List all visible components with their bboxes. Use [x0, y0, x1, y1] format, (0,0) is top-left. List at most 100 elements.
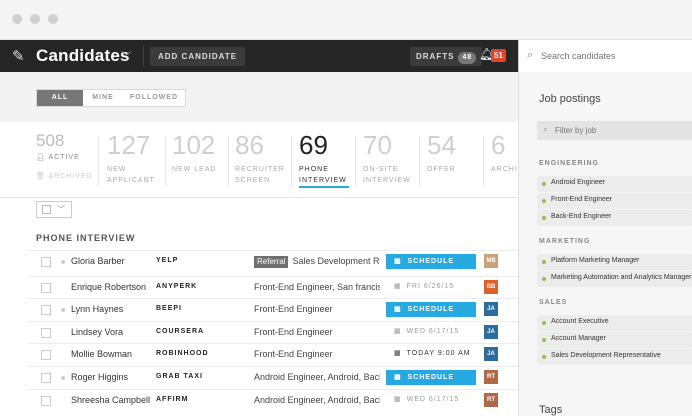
interview-date[interactable]: ▦ TODAY 9:00 AM	[394, 349, 471, 357]
avatar[interactable]: JA	[484, 302, 498, 316]
candidate-name[interactable]: Enrique Robertson	[71, 282, 146, 292]
candidate-company: COURSERA	[156, 328, 205, 335]
job-posting-item[interactable]: Sales Development Representative	[537, 349, 692, 365]
candidate-job: Android Engineer, Android, Back-I	[254, 395, 380, 405]
job-posting-item[interactable]: Account Manager	[537, 332, 692, 348]
notification-count-badge[interactable]: 51	[491, 49, 506, 62]
filter-followed[interactable]: FOLLOWED	[123, 90, 185, 106]
search-input[interactable]	[541, 46, 689, 66]
stage-phone-interview[interactable]: 69 PHONE INTERVIEW	[299, 132, 355, 197]
avatar[interactable]: BB	[484, 280, 498, 294]
row-checkbox[interactable]	[41, 328, 51, 338]
row-checkbox[interactable]	[41, 350, 51, 360]
stage-label: RECRUITER SCREEN	[235, 166, 285, 184]
candidate-name[interactable]: Gloria Barber	[71, 256, 125, 266]
row-checkbox[interactable]	[41, 283, 51, 293]
stage-label: ON-SITE INTERVIEW	[363, 166, 411, 184]
window-dot-icon[interactable]	[48, 14, 58, 24]
candidate-name[interactable]: Lynn Haynes	[71, 304, 123, 314]
row-checkbox[interactable]	[41, 257, 51, 267]
row-checkbox[interactable]	[41, 396, 51, 406]
select-all-checkbox[interactable]	[42, 205, 51, 214]
referral-badge: Referral	[254, 256, 289, 268]
interview-date[interactable]: ▦ WED 6/17/15	[394, 327, 459, 335]
chevron-down-icon[interactable]: ﹀	[57, 204, 65, 215]
avatar[interactable]: RT	[484, 370, 498, 384]
avatar[interactable]: MB	[484, 254, 498, 268]
add-candidate-button[interactable]: ADD CANDIDATE	[150, 47, 246, 66]
candidate-job: Android Engineer, Android, Back-I	[254, 372, 380, 382]
job-posting-item[interactable]: Android Engineer	[537, 176, 692, 192]
candidate-name[interactable]: Lindsey Vora	[71, 327, 123, 337]
search-box: ⌕	[518, 40, 692, 72]
job-posting-item[interactable]: Account Executive	[537, 315, 692, 331]
date-label: WED 6/17/15	[406, 328, 460, 335]
filter-mine[interactable]: MINE	[83, 90, 123, 106]
bulk-select-dropdown[interactable]: ﹀	[36, 201, 72, 218]
candidate-name[interactable]: Shreesha Campbell	[71, 395, 150, 405]
candidate-job: Front-End Engineer	[254, 327, 380, 337]
interview-date[interactable]: ▦ FRI 6/26/15	[394, 282, 454, 290]
main-panel: ALL MINE FOLLOWED 508 👤︎ ACTIVE 🗑︎ ARCHI…	[0, 72, 518, 416]
table-row[interactable]: Enrique Robertson ANYPERK Front-End Engine…	[28, 276, 518, 297]
job-posting-label: Sales Development Representative	[551, 352, 661, 359]
drafts-button[interactable]: DRAFTS 48	[410, 47, 483, 66]
avatar[interactable]: JA	[484, 347, 498, 361]
stage-label: ARCHIV	[491, 166, 518, 173]
interview-date[interactable]: ▦ WED 6/17/15	[394, 395, 459, 403]
filter-all[interactable]: ALL	[37, 90, 83, 106]
stage-offer[interactable]: 54 OFFER	[427, 132, 483, 197]
window-chrome	[0, 0, 692, 40]
job-posting-label: Account Manager	[551, 335, 606, 342]
filter-bar: ALL MINE FOLLOWED	[0, 72, 518, 122]
schedule-button[interactable]: ▦ SCHEDULE	[386, 254, 476, 269]
stage-active[interactable]: 508 👤︎ ACTIVE 🗑︎ ARCHIVED	[36, 131, 98, 197]
stage-count: 508	[36, 131, 65, 150]
stage-label: OFFER	[427, 166, 456, 173]
job-title: Front-End Engineer	[254, 349, 333, 359]
candidate-name[interactable]: Roger Higgins	[71, 372, 128, 382]
stage-recruiter-screen[interactable]: 86 RECRUITER SCREEN	[235, 132, 291, 197]
schedule-label: SCHEDULE	[407, 306, 455, 313]
avatar[interactable]: JA	[484, 325, 498, 339]
schedule-button[interactable]: ▦ SCHEDULE	[386, 302, 476, 317]
search-icon: ⌕	[527, 49, 534, 61]
job-posting-item[interactable]: Marketing Automation and Analytics Manag…	[537, 271, 692, 287]
table-row[interactable]: Mollie Bowman ROBINHOOD Front-End Engineer…	[28, 343, 518, 364]
calendar-icon: ▦	[394, 283, 402, 290]
stage-new-lead[interactable]: 102 NEW LEAD	[172, 132, 228, 197]
stage-label[interactable]: 🗑︎ ARCHIVED	[36, 171, 98, 182]
job-posting-item[interactable]: Back-End Engineer	[537, 210, 692, 226]
table-row[interactable]: Gloria Barber YELP Referral Sales Developme…	[28, 250, 518, 271]
table-row[interactable]: Roger Higgins GRAB TAXI Android Engineer, …	[28, 366, 518, 387]
table-row[interactable]: Lindsey Vora COURSERA Front-End Engineer ▦ W…	[28, 321, 518, 342]
job-filter-input[interactable]	[555, 123, 691, 138]
divider	[228, 136, 229, 186]
divider	[165, 136, 166, 186]
row-checkbox[interactable]	[41, 373, 51, 383]
job-posting-label: Front-End Engineer	[551, 196, 613, 203]
stage-label: NEW LEAD	[172, 166, 217, 173]
job-title: Front-End Engineer	[254, 327, 333, 337]
window-dot-icon[interactable]	[12, 14, 22, 24]
stage-new-applicant[interactable]: 127 NEW APPLICANT	[107, 132, 167, 197]
divider	[355, 136, 356, 186]
job-posting-item[interactable]: Front-End Engineer	[537, 193, 692, 209]
stage-archived[interactable]: 6 ARCHIV	[491, 130, 518, 197]
row-checkbox[interactable]	[41, 305, 51, 315]
table-row[interactable]: Shreesha Campbell AFFIRM Android Engineer,…	[28, 389, 518, 410]
candidate-name[interactable]: Mollie Bowman	[71, 349, 132, 359]
chevron-down-icon[interactable]: ﹀	[121, 48, 132, 64]
job-title: Sales Development Repr	[292, 256, 380, 266]
stage-count: 6	[491, 130, 506, 160]
stage-on-site-interview[interactable]: 70 ON-SITE INTERVIEW	[363, 130, 419, 197]
stage-label: 👤︎ ACTIVE	[36, 152, 98, 163]
table-row[interactable]: Lynn Haynes BEEPI Front-End Engineer ▦ SCHE…	[28, 298, 518, 319]
avatar[interactable]: RT	[484, 393, 498, 407]
drafts-count-badge: 48	[458, 52, 477, 64]
job-posting-label: Back-End Engineer	[551, 213, 612, 220]
window-dot-icon[interactable]	[30, 14, 40, 24]
stage-count: 70	[363, 130, 392, 160]
job-posting-item[interactable]: Platform Marketing Manager	[537, 254, 692, 270]
schedule-button[interactable]: ▦ SCHEDULE	[386, 370, 476, 385]
